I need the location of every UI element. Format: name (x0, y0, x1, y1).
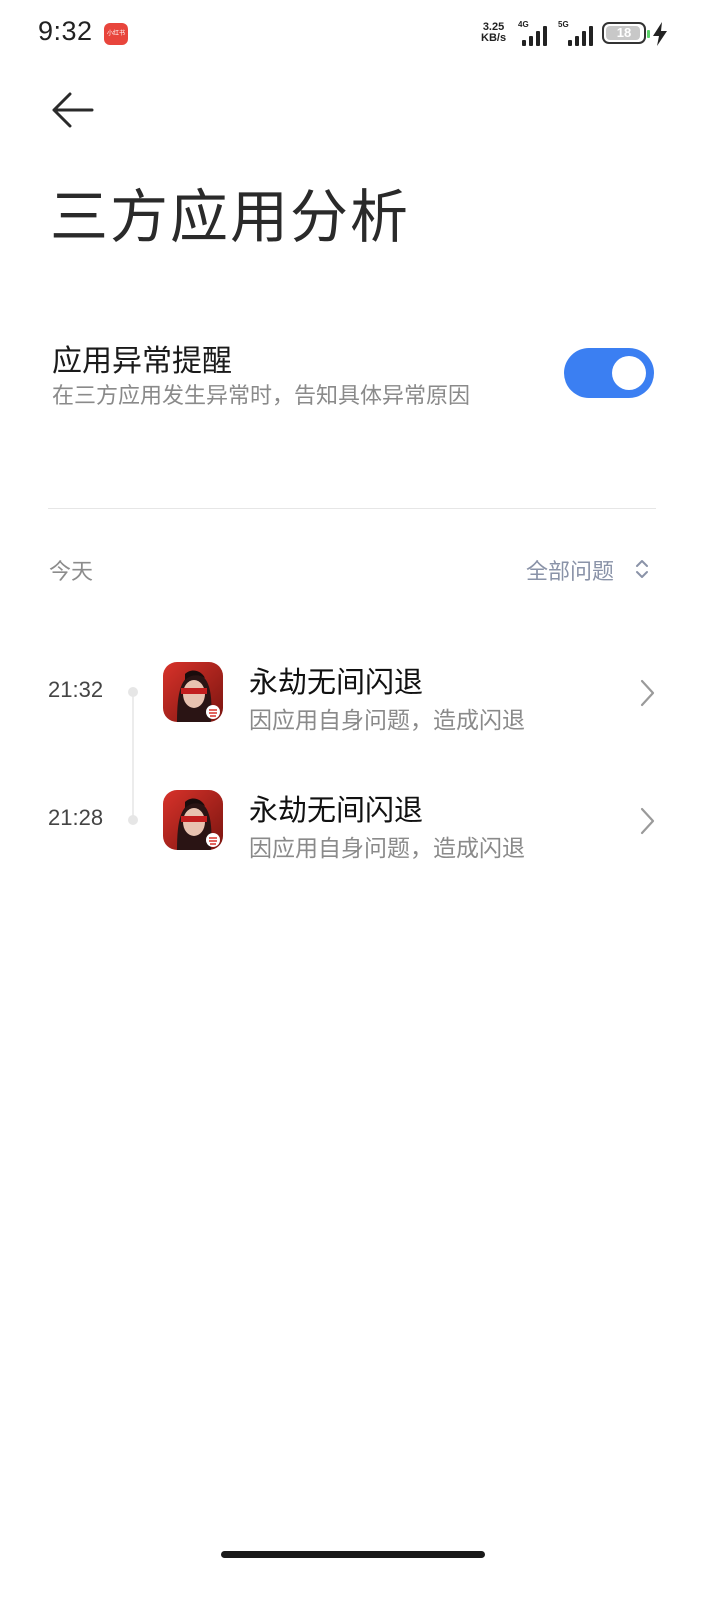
filter-label: 全部问题 (526, 560, 615, 585)
status-bar: 9:32 小红书 3.25 KB/s 4G 5G 18 (0, 0, 720, 70)
network-speed: 3.25 KB/s (481, 22, 506, 44)
notification-app-icon: 小红书 (104, 23, 128, 45)
chevron-right-icon (640, 679, 655, 707)
crash-description: 因应用自身问题，造成闪退 (249, 836, 525, 862)
setting-title: 应用异常提醒 (52, 344, 232, 379)
back-arrow-icon[interactable] (48, 88, 98, 132)
app-exception-alert-toggle[interactable] (564, 348, 654, 398)
signal-5g-label: 5G (558, 20, 569, 29)
game-app-icon (163, 790, 223, 850)
signal-4g-icon: 4G (518, 20, 556, 46)
charging-bolt-icon (653, 22, 667, 46)
divider (48, 508, 656, 509)
network-speed-unit: KB/s (481, 32, 507, 44)
home-indicator[interactable] (221, 1551, 485, 1558)
status-time: 9:32 (38, 16, 93, 46)
up-down-chevron-icon (636, 560, 648, 578)
crash-title: 永劫无间闪退 (249, 793, 424, 827)
date-label: 今天 (49, 560, 94, 585)
signal-4g-label: 4G (518, 20, 529, 29)
toggle-knob (612, 356, 646, 390)
timeline-dot (128, 815, 138, 825)
setting-row-app-exception-alert[interactable]: 应用异常提醒 在三方应用发生异常时，告知具体异常原因 (0, 330, 720, 420)
chevron-right-icon (640, 807, 655, 835)
battery-icon: 18 (602, 22, 650, 44)
page-title: 三方应用分析 (50, 183, 411, 251)
crash-title: 永劫无间闪退 (249, 665, 424, 699)
timeline-dot (128, 687, 138, 697)
battery-level: 18 (616, 25, 632, 40)
game-app-icon (163, 662, 223, 722)
crash-list-item[interactable]: 21:28 永劫无间闪退 因应用自身问题，造成闪退 (0, 771, 720, 867)
crash-list-item[interactable]: 21:32 永劫无间闪退 因应用自身问题，造成闪退 (0, 643, 720, 739)
crash-time: 21:28 (48, 805, 104, 830)
setting-description: 在三方应用发生异常时，告知具体异常原因 (52, 384, 471, 409)
issue-filter-dropdown[interactable]: 全部问题 (526, 550, 656, 586)
crash-description: 因应用自身问题，造成闪退 (249, 708, 525, 734)
crash-time: 21:32 (48, 677, 104, 702)
signal-5g-icon: 5G (558, 20, 598, 46)
